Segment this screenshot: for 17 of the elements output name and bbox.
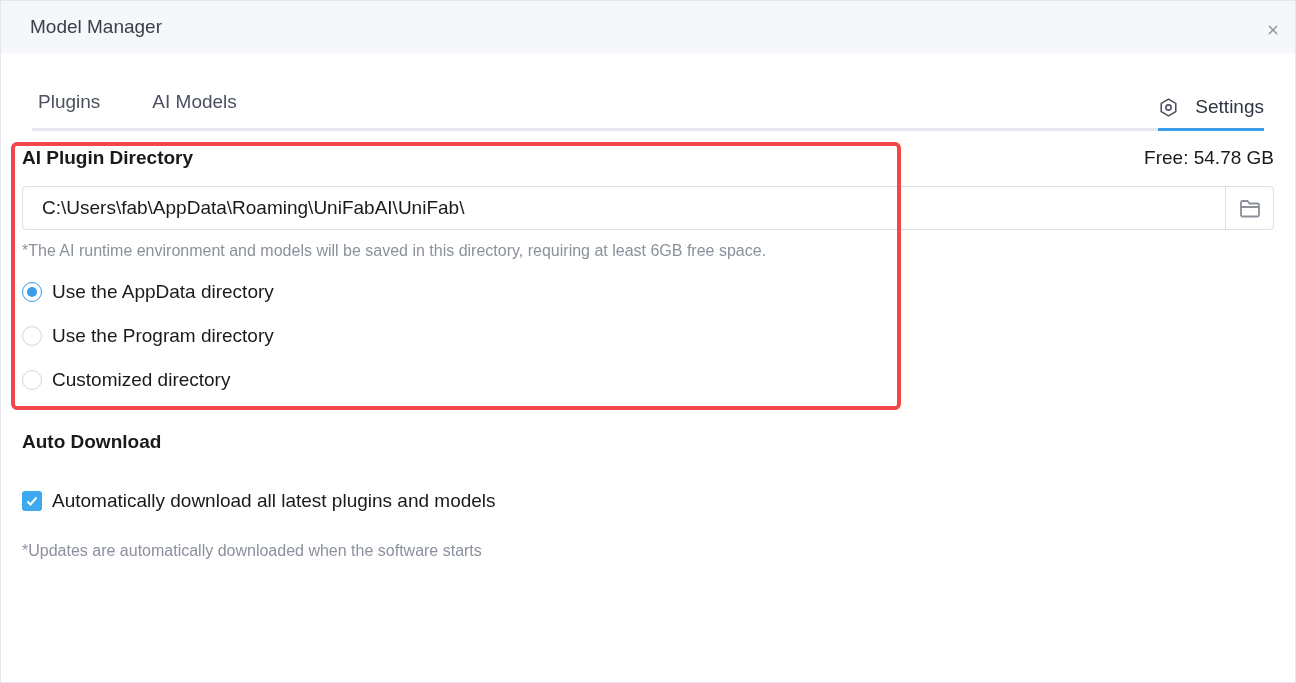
directory-note: *The AI runtime environment and models will be saved in this directory, requiring at least 6GB free space. (22, 241, 768, 261)
section-title: Auto Download (22, 430, 162, 454)
section-title: AI Plugin Directory (22, 145, 194, 170)
tab[interactable]: Plugins (38, 90, 101, 131)
tab[interactable]: AI Models (152, 90, 237, 131)
window-title: Model Manager (30, 14, 163, 39)
radio-option[interactable]: Use the AppData directory (22, 270, 1274, 314)
checkbox[interactable] (22, 490, 42, 511)
close-icon[interactable] (1267, 24, 1279, 36)
radio-option[interactable]: Use the Program directory (22, 314, 1274, 358)
auto-download-note: *Updates are automatically downloaded when the software starts (22, 541, 483, 561)
checkbox-label: Automatically download all latest plugins and models (52, 488, 496, 513)
free-space-label: Free: 54.78 GB (1144, 145, 1274, 170)
tab[interactable]: Settings (1158, 90, 1264, 131)
radio-option[interactable]: Customized directory (22, 358, 1274, 402)
hexagon-settings-icon (1158, 96, 1180, 118)
folder-icon[interactable] (1238, 198, 1261, 218)
